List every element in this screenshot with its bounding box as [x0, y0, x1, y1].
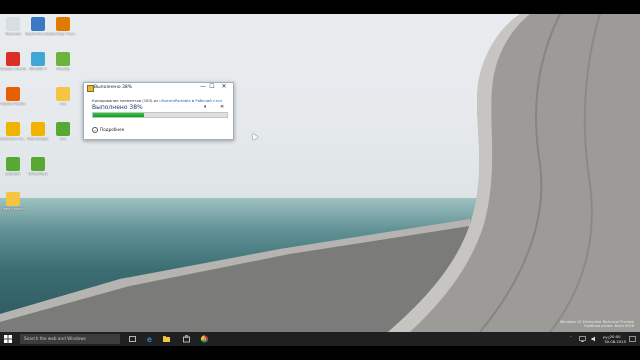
copy-progress-bar — [92, 112, 228, 118]
media-icon — [31, 17, 45, 31]
desktop-icon[interactable]: µtorrent — [0, 157, 26, 176]
chrome-taskbar-icon[interactable] — [199, 334, 210, 344]
letterbox-top — [0, 0, 640, 14]
copy-status-line: Копирование элементов (183) из uTorrentP… — [92, 98, 222, 103]
more-details-label: Подробнее — [100, 127, 125, 132]
desktop-wallpaper — [0, 14, 640, 332]
copy-status-prefix: Копирование элементов (183) из — [92, 98, 160, 103]
utorrent-small-icon — [56, 122, 70, 136]
taskbar-clock[interactable]: 20:00 30.08.2015 — [604, 334, 626, 344]
folder-icon — [56, 87, 70, 101]
chevron-down-icon: ⌄ — [92, 127, 98, 133]
archiver-icon — [56, 17, 70, 31]
maximize-button[interactable]: ☐ — [206, 83, 218, 91]
extension-icon — [6, 122, 20, 136]
file-explorer-icon[interactable] — [161, 334, 172, 344]
desktop-icon[interactable]: WinRAR 4 — [25, 52, 51, 71]
desktop-icon-label: Mail вопрос — [27, 137, 49, 141]
desktop-icon[interactable]: FreeZip — [50, 52, 76, 71]
copy-progress-dialog[interactable]: Выполнено 38% — ☐ ✕ Копирование элементо… — [83, 82, 234, 140]
internet-explorer-icon[interactable]: e — [144, 334, 155, 344]
clock-date: 30.08.2015 — [604, 339, 626, 344]
freezip-icon — [56, 52, 70, 66]
copy-progress-fill — [93, 113, 144, 117]
desktop-icon-label: Google Chrome — [0, 67, 26, 71]
desktop-icon-label: DriverPack — [28, 172, 48, 176]
desktop-icon[interactable]: Новая папка — [0, 192, 26, 211]
notifications-icon[interactable] — [628, 334, 637, 344]
utorrent-icon — [6, 157, 20, 171]
desktop-icon[interactable]: DriverPack — [25, 157, 51, 176]
desktop-icon-label: WinRAR 4 — [29, 67, 47, 71]
volume-icon[interactable] — [590, 334, 599, 344]
desktop-icon[interactable]: Google Chrome — [0, 52, 26, 71]
recycle-bin-icon — [6, 17, 20, 31]
desktop-icon-label: Extension Ex... — [0, 137, 26, 141]
letterbox-bottom — [0, 346, 640, 360]
desktop-icon-label: Recommended Media — [25, 32, 51, 36]
percent-complete-label: Выполнено 38% — [92, 104, 143, 111]
new-folder-icon — [6, 192, 20, 206]
firefox-icon — [6, 87, 20, 101]
screen: Корзина Recommended MediaHamster Free ZIP… — [0, 0, 640, 360]
folder-icon — [87, 85, 94, 92]
wallpaper-seawall — [0, 14, 640, 332]
dialog-titlebar[interactable]: Выполнено 38% — ☐ ✕ — [84, 83, 233, 92]
watermark-line-2: Пробная копия. Build 9926 — [583, 324, 634, 329]
winrar-icon — [31, 52, 45, 66]
desktop-icon-label: xxx — [59, 102, 67, 106]
desktop-icon[interactable]: Extension Ex... — [0, 122, 26, 141]
more-details-toggle[interactable]: ⌄ Подробнее — [92, 127, 124, 133]
desktop-icon[interactable]: Корзина — [0, 17, 26, 36]
source-folder-link[interactable]: uTorrentPortable — [159, 98, 190, 103]
task-view-icon[interactable] — [127, 334, 138, 344]
desktop-icon[interactable]: xxx — [50, 87, 76, 106]
desktop-icon[interactable]: Mail вопрос — [25, 122, 51, 141]
taskbar-search-box[interactable]: Search the web and Windows — [20, 334, 120, 344]
desktop-icon[interactable]: Hamster Free ZIP Archiver — [50, 17, 76, 36]
desktop-icon[interactable]: Mozilla Firefox — [0, 87, 26, 106]
tray-arrow-icon[interactable]: ˄ — [570, 335, 572, 340]
network-icon[interactable] — [578, 334, 587, 344]
pause-button[interactable]: ⏸ — [204, 104, 207, 110]
driverpack-icon — [31, 157, 45, 171]
destination-folder-link[interactable]: Рабочий стол — [195, 98, 222, 103]
desktop-icon-label: xxx — [59, 137, 67, 141]
taskbar: Search the web and Windows e ˄ РУС 20:00… — [0, 332, 640, 346]
desktop-icon-label: µtorrent — [5, 172, 21, 176]
desktop-icon-label: Mozilla Firefox — [0, 102, 26, 106]
desktop-icon-label: Новая папка — [1, 207, 25, 211]
mail-icon — [31, 122, 45, 136]
dialog-title: Выполнено 38% — [94, 85, 133, 90]
close-button[interactable]: ✕ — [218, 83, 230, 91]
desktop-icon[interactable]: Recommended Media — [25, 17, 51, 36]
chrome-icon — [6, 52, 20, 66]
build-watermark: Windows 10 Enterprise Technical Preview … — [560, 320, 634, 329]
store-icon[interactable] — [181, 334, 192, 344]
windows-start-icon[interactable] — [2, 334, 14, 344]
desktop-icon-label: Hamster Free ZIP Archiver — [50, 32, 76, 36]
desktop-icon-label: FreeZip — [56, 67, 70, 71]
svg-text:e: e — [147, 335, 152, 344]
desktop-icon[interactable]: xxx — [50, 122, 76, 141]
desktop-icon-label: Корзина — [5, 32, 21, 36]
cancel-copy-button[interactable]: ✕ — [220, 104, 224, 110]
